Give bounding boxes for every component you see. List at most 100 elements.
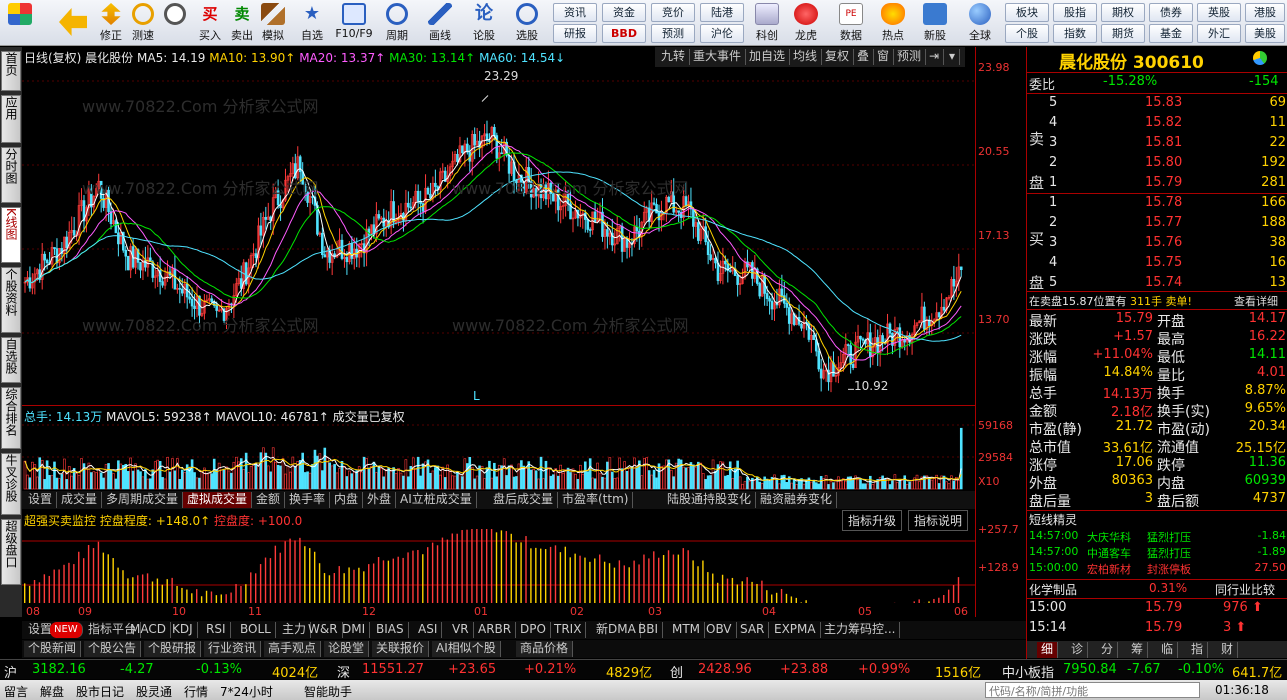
quote-tab-2[interactable]: 分 (1097, 642, 1119, 658)
ind-tab-4[interactable]: KDJ (168, 622, 198, 638)
status-item-6[interactable]: 智能助手 (304, 683, 352, 700)
chart-tool-2[interactable]: 加自选 (745, 49, 791, 65)
back-button[interactable] (52, 2, 94, 44)
data-button[interactable]: PE 数据 (834, 2, 868, 44)
chart-tool-5[interactable]: 叠 (853, 49, 875, 65)
test-speed-button[interactable]: 测速 (126, 2, 160, 44)
longhu-button[interactable]: 龙虎 (789, 2, 823, 44)
mkt-qihuo[interactable]: 期货 (1101, 24, 1145, 43)
ind-tab-1[interactable]: NEW (50, 622, 83, 638)
link-hulun[interactable]: 沪伦 (700, 24, 744, 43)
period-button[interactable]: 周期 (380, 2, 414, 44)
mkt-bankuai[interactable]: 板块 (1005, 3, 1049, 22)
quote-tab-1[interactable]: 诊 (1067, 642, 1089, 658)
kechuang-button[interactable]: 科创 (750, 2, 784, 44)
mkt-guzhi[interactable]: 股指 (1053, 3, 1097, 22)
ind-tab-15[interactable]: TRIX (550, 622, 587, 638)
indicator-chart[interactable] (22, 527, 975, 605)
vol-tab-11[interactable]: 陆股通持股变化 (663, 492, 757, 508)
mkt-qiquan[interactable]: 期权 (1101, 3, 1145, 22)
ind-tab-10[interactable]: BIAS (372, 622, 409, 638)
vol-tab-5[interactable]: 换手率 (285, 492, 331, 508)
mkt-ganggu[interactable]: 港股 (1245, 3, 1285, 22)
ind-tab-9[interactable]: DMI (338, 622, 371, 638)
vol-tab-2[interactable]: 多周期成交量 (102, 492, 184, 508)
info-tab-5[interactable]: 论股堂 (324, 641, 370, 657)
price-chart[interactable] (22, 65, 975, 405)
link-yanbao[interactable]: 研报 (553, 24, 597, 43)
vol-tab-0[interactable]: 设置 (24, 492, 58, 508)
link-yuce[interactable]: 预测 (651, 24, 695, 43)
quote-tab-0[interactable]: 细 (1037, 642, 1059, 658)
status-item-0[interactable]: 留言 (4, 683, 28, 700)
short-sprite-title[interactable]: 短线精灵 (1029, 511, 1077, 530)
link-zixun[interactable]: 资讯 (553, 3, 597, 22)
info-tab-3[interactable]: 行业资讯 (204, 641, 262, 657)
vol-tab-7[interactable]: 外盘 (363, 492, 397, 508)
mkt-gegu[interactable]: 个股 (1005, 24, 1049, 43)
info-tab-2[interactable]: 个股研报 (144, 641, 202, 657)
ind-tab-3[interactable]: MACD (126, 622, 171, 638)
chart-tool-3[interactable]: 均线 (789, 49, 823, 65)
vol-tab-8[interactable]: AI立桩成交量 (396, 492, 477, 508)
nav-kline[interactable]: K线图 (1, 207, 21, 263)
mkt-zhaiquan[interactable]: 债券 (1149, 3, 1193, 22)
ind-tab-21[interactable]: EXPMA (770, 622, 821, 638)
mkt-jijin[interactable]: 基金 (1149, 24, 1193, 43)
link-jingjia[interactable]: 竞价 (651, 3, 695, 22)
quote-tab-3[interactable]: 筹 (1127, 642, 1149, 658)
info-tab-0[interactable]: 个股新闻 (24, 641, 82, 657)
info-tab-7[interactable]: AI相似个股 (432, 641, 501, 657)
dropdown-icon[interactable]: ▾ (945, 49, 961, 65)
view-detail-link[interactable]: 查看详细 (1234, 293, 1278, 309)
hot-button[interactable]: 热点 (876, 2, 910, 44)
status-item-3[interactable]: 股灵通 (136, 683, 172, 700)
status-item-1[interactable]: 解盘 (40, 683, 64, 700)
mkt-waihui[interactable]: 外汇 (1197, 24, 1241, 43)
quote-tab-6[interactable]: 财 (1217, 642, 1239, 658)
buy-button[interactable]: 买买入 (193, 2, 227, 44)
search-input[interactable]: 代码/名称/简拼/功能 (985, 682, 1200, 698)
global-button[interactable]: 全球 (962, 2, 998, 44)
vol-tab-9[interactable]: 盘后成交量 (489, 492, 559, 508)
status-item-5[interactable]: 7*24小时 (220, 683, 273, 700)
pie-icon[interactable] (1253, 51, 1267, 65)
ind-tab-14[interactable]: DPO (516, 622, 551, 638)
lungu-button[interactable]: 论论股 (467, 2, 501, 44)
volume-chart[interactable] (22, 423, 975, 491)
quote-tab-5[interactable]: 指 (1187, 642, 1209, 658)
nav-stock-info[interactable]: 个股资料 (1, 267, 21, 333)
info-tab-6[interactable]: 关联报价 (372, 641, 430, 657)
ind-tab-5[interactable]: RSI (202, 622, 231, 638)
status-item-4[interactable]: 行情 (184, 683, 208, 700)
ind-tab-19[interactable]: OBV (702, 622, 737, 638)
nav-super-panel[interactable]: 超级盘口 (1, 519, 21, 585)
link-lugang[interactable]: 陆港 (700, 3, 744, 22)
ind-tab-13[interactable]: ARBR (474, 622, 517, 638)
mkt-zhishu[interactable]: 指数 (1053, 24, 1097, 43)
f10-button[interactable]: F10/F9 (334, 2, 374, 44)
vol-tab-12[interactable]: 融资融券变化 (756, 492, 838, 508)
favorites-button[interactable]: ★ 自选 (295, 2, 329, 44)
simulate-button[interactable]: 模拟 (256, 2, 290, 44)
ind-tab-20[interactable]: SAR (736, 622, 770, 638)
short-name-2[interactable]: 宏柏新材 (1087, 561, 1131, 580)
link-bbd[interactable]: BBD (602, 24, 646, 43)
nav-apps[interactable]: 应用 (1, 95, 21, 143)
clock-button[interactable] (158, 2, 192, 44)
ind-tab-12[interactable]: VR (448, 622, 474, 638)
info-tab-8[interactable]: 商品价格 (516, 641, 574, 657)
chart-tool-6[interactable]: 窗 (873, 49, 895, 65)
nav-diagnosis[interactable]: 牛叉诊股 (1, 453, 21, 515)
vol-tab-3[interactable]: 虚拟成交量 (183, 492, 253, 508)
ind-tab-18[interactable]: MTM (668, 622, 706, 638)
quote-tab-4[interactable]: 临 (1157, 642, 1179, 658)
home-button[interactable] (3, 2, 37, 44)
vol-tab-4[interactable]: 金额 (252, 492, 286, 508)
chart-tool-1[interactable]: 重大事件 (689, 49, 747, 65)
ind-tab-6[interactable]: BOLL (236, 622, 276, 638)
chart-tool-0[interactable]: 九转 (657, 49, 691, 65)
chart-tool-4[interactable]: 复权 (821, 49, 855, 65)
sell-button[interactable]: 卖卖出 (225, 2, 259, 44)
select-stock-button[interactable]: 选股 (507, 2, 547, 44)
